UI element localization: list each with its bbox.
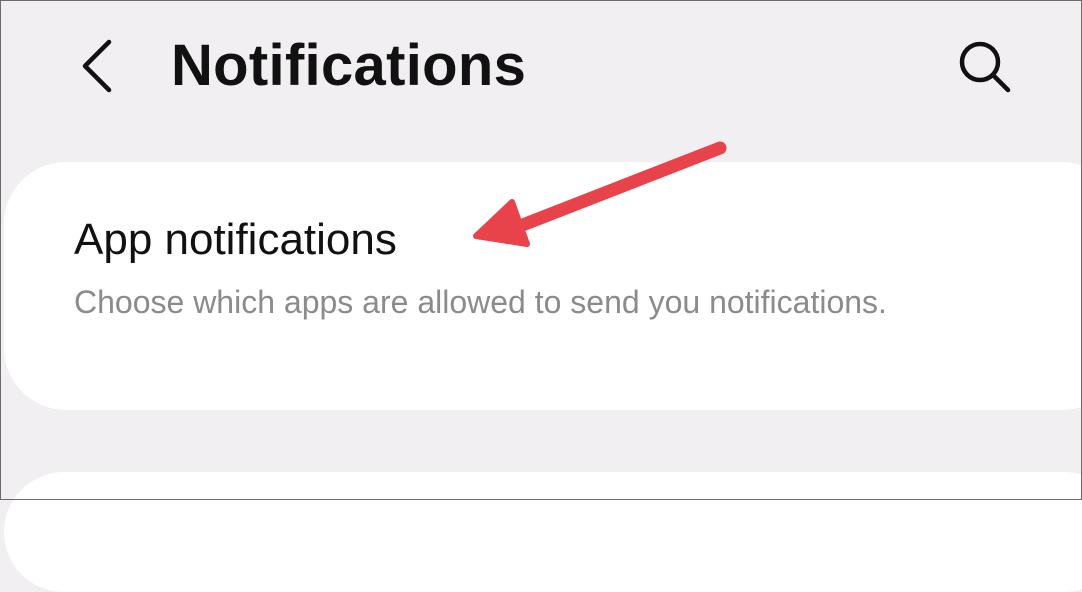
settings-card-partial[interactable] bbox=[4, 472, 1082, 592]
top-app-bar: Notifications bbox=[0, 0, 1082, 140]
search-button[interactable] bbox=[948, 30, 1022, 104]
page-title: Notifications bbox=[171, 33, 527, 98]
app-notifications-item[interactable]: App notifications Choose which apps are … bbox=[4, 162, 1082, 410]
chevron-left-icon bbox=[82, 39, 112, 93]
app-notifications-description: Choose which apps are allowed to send yo… bbox=[74, 284, 887, 320]
search-icon bbox=[959, 41, 1011, 93]
back-button[interactable] bbox=[62, 30, 132, 102]
app-notifications-title: App notifications bbox=[74, 215, 397, 264]
